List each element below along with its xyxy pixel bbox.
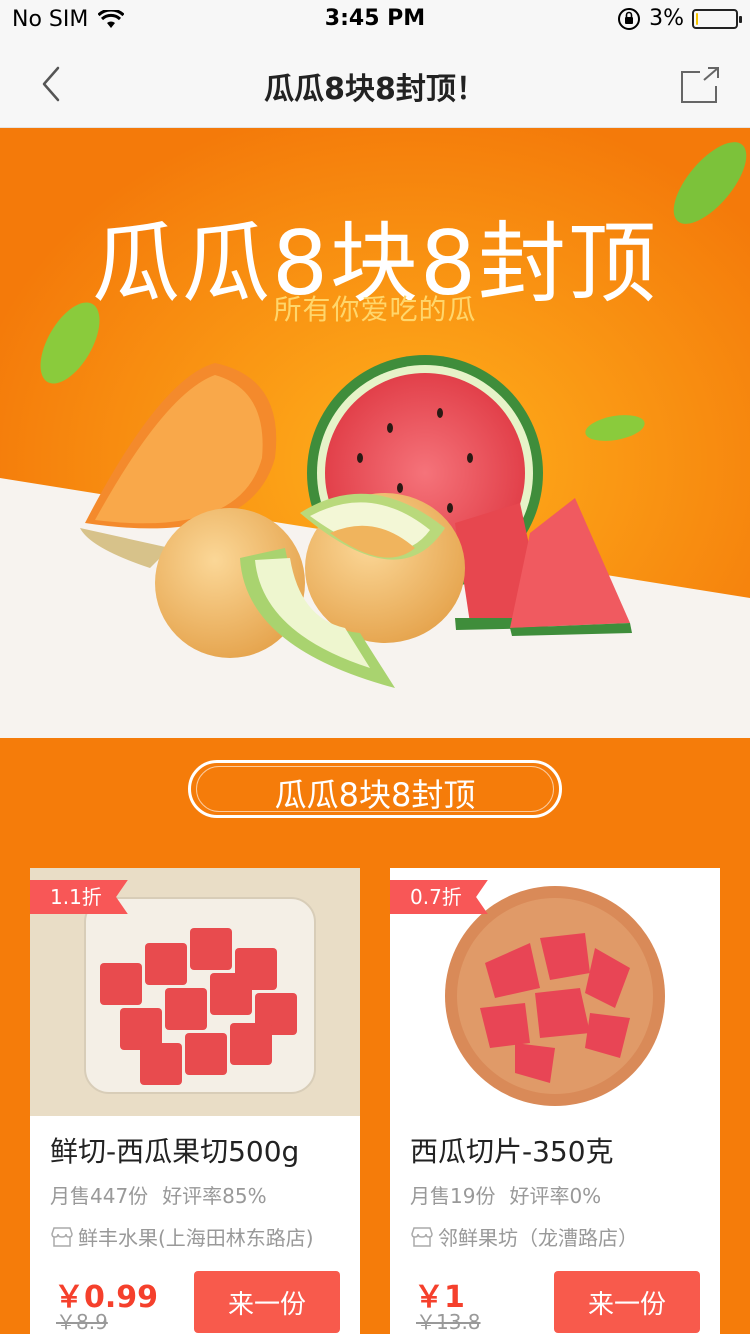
shop-name[interactable]: 邻鲜果坊（龙漕路店）: [410, 1222, 638, 1251]
discount-badge: 1.1折: [30, 880, 128, 914]
orientation-lock-icon: [618, 7, 641, 30]
store-icon: [51, 1226, 73, 1247]
original-price: ￥13.8: [416, 1310, 481, 1334]
product-name: 西瓜切片-350克: [410, 1135, 614, 1168]
original-price: ￥8.9: [56, 1310, 108, 1334]
battery-level: [696, 12, 698, 25]
banner-subtitle: 所有你爱吃的瓜: [273, 293, 477, 326]
buy-button[interactable]: 来一份: [554, 1271, 700, 1333]
rating: 好评率85%: [162, 1184, 267, 1208]
shop-label: 邻鲜果坊（龙漕路店）: [438, 1226, 638, 1250]
hero-banner[interactable]: 瓜瓜8块8封顶 所有你爱吃的瓜: [0, 128, 750, 738]
product-name: 鲜切-西瓜果切500g: [50, 1135, 300, 1168]
product-card[interactable]: 0.7折 西瓜切片-350克 月售19份 好评率0% 邻鲜果坊（龙漕路店） ￥1 …: [390, 868, 720, 1334]
store-icon: [411, 1226, 433, 1247]
buy-button[interactable]: 来一份: [194, 1271, 340, 1333]
share-icon[interactable]: [678, 62, 722, 106]
product-stats: 月售19份 好评率0%: [410, 1180, 601, 1209]
battery-icon: [692, 8, 742, 29]
product-card[interactable]: 1.1折 鲜切-西瓜果切500g 月售447份 好评率85% 鲜丰水果(上海田林东…: [30, 868, 360, 1334]
monthly-sales: 月售447份: [50, 1184, 149, 1208]
monthly-sales: 月售19份: [410, 1184, 496, 1208]
status-bar: No SIM 3:45 PM 3%: [0, 0, 750, 40]
page-title: 瓜瓜8块8封顶！: [264, 72, 486, 107]
status-right: 3%: [617, 6, 742, 31]
section-title: 瓜瓜8块8封顶: [274, 776, 476, 814]
product-stats: 月售447份 好评率85%: [50, 1180, 267, 1209]
battery-percent: 3%: [649, 6, 684, 31]
nav-bar: 瓜瓜8块8封顶！: [0, 40, 750, 128]
discount-badge: 0.7折: [390, 880, 488, 914]
shop-name[interactable]: 鲜丰水果(上海田林东路店): [50, 1222, 314, 1251]
rating: 好评率0%: [509, 1184, 602, 1208]
shop-label: 鲜丰水果(上海田林东路店): [78, 1226, 314, 1250]
